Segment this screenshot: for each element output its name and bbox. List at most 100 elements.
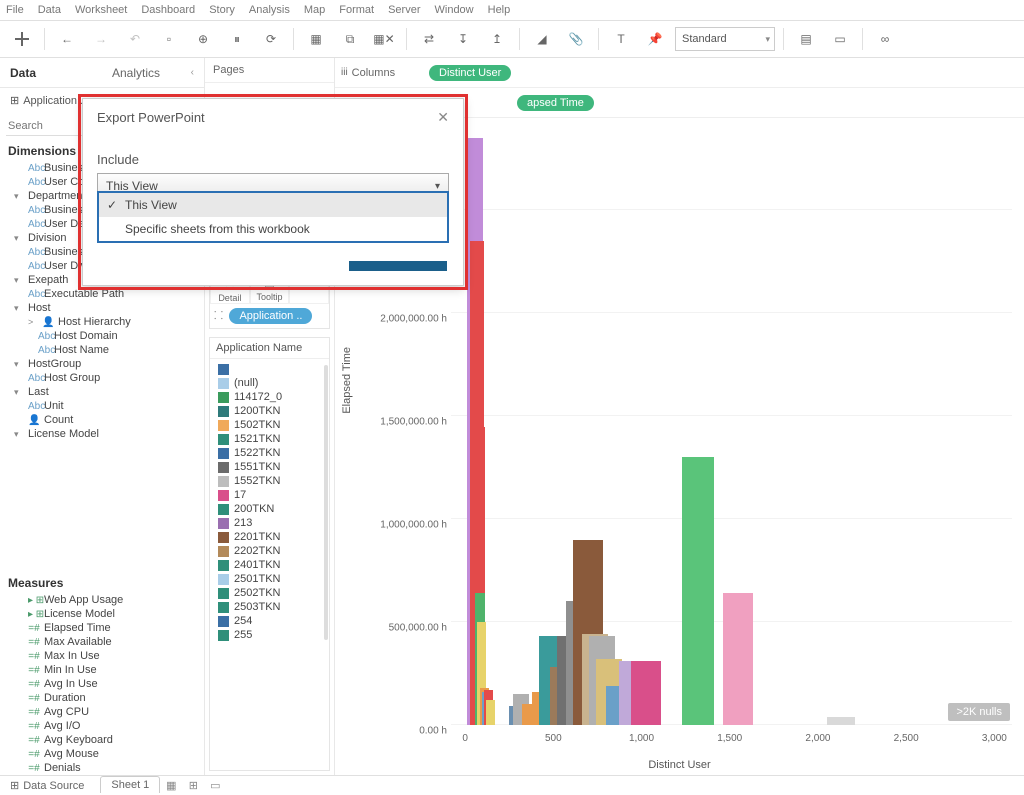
bar[interactable] [723, 593, 753, 725]
export-button[interactable] [349, 261, 447, 271]
legend-item[interactable]: (null) [212, 376, 327, 390]
tableau-logo-icon[interactable] [8, 25, 36, 53]
dim-count[interactable]: 👤Count [0, 413, 204, 427]
legend-item[interactable]: 254 [212, 614, 327, 628]
x-tick: 500 [545, 733, 562, 744]
group-icon[interactable]: 📎 [562, 25, 590, 53]
new-datasource-icon[interactable]: ⊕ [189, 25, 217, 53]
fit-select[interactable]: Standard [675, 27, 775, 51]
dim-host-domain[interactable]: AbcHost Domain [0, 329, 204, 343]
measure-avg-mouse[interactable]: =#Avg Mouse [0, 747, 204, 761]
showme-icon[interactable]: ▤ [792, 25, 820, 53]
new-worksheet-tab-icon[interactable]: ▦ [160, 779, 182, 792]
menu-window[interactable]: Window [435, 4, 474, 16]
back-icon[interactable]: ← [53, 25, 81, 53]
analytics-tab[interactable]: Analytics‹ [102, 58, 204, 87]
measure-avg-i/o[interactable]: =#Avg I/O [0, 719, 204, 733]
legend-item[interactable]: 1522TKN [212, 446, 327, 460]
presentation-icon[interactable]: ▭ [826, 25, 854, 53]
close-icon[interactable]: ✕ [437, 109, 449, 126]
dim-unit[interactable]: AbcUnit [0, 399, 204, 413]
legend-item[interactable]: 2503TKN [212, 600, 327, 614]
measure-license-model[interactable]: ▸ ⊞License Model [0, 607, 204, 621]
measure-web-app-usage[interactable]: ▸ ⊞Web App Usage [0, 593, 204, 607]
dim-host-group[interactable]: AbcHost Group [0, 371, 204, 385]
menu-map[interactable]: Map [304, 4, 325, 16]
measure-elapsed-time[interactable]: =#Elapsed Time [0, 621, 204, 635]
menu-worksheet[interactable]: Worksheet [75, 4, 127, 16]
legend-item[interactable]: 2202TKN [212, 544, 327, 558]
measure-min-in-use[interactable]: =#Min In Use [0, 663, 204, 677]
duplicate-icon[interactable]: ⧉ [336, 25, 364, 53]
bar[interactable] [486, 700, 495, 725]
pin-icon[interactable]: 📌 [641, 25, 669, 53]
labels-icon[interactable]: T [607, 25, 635, 53]
legend-item[interactable]: 1551TKN [212, 460, 327, 474]
bar[interactable] [682, 457, 714, 725]
sheet-tab[interactable]: Sheet 1 [100, 776, 160, 793]
columns-pill[interactable]: Distinct User [429, 65, 511, 81]
dim-hostgroup[interactable]: ▾HostGroup [0, 357, 204, 371]
legend-item[interactable]: 255 [212, 628, 327, 642]
measures-header: Measures [0, 572, 204, 593]
new-story-tab-icon[interactable]: ▭ [204, 779, 226, 792]
menu-story[interactable]: Story [209, 4, 235, 16]
legend-item[interactable]: 1502TKN [212, 418, 327, 432]
save-icon[interactable]: ▫ [155, 25, 183, 53]
menu-format[interactable]: Format [339, 4, 374, 16]
dim-host-name[interactable]: AbcHost Name [0, 343, 204, 357]
dim-last[interactable]: ▾Last [0, 385, 204, 399]
pages-shelf[interactable]: Pages [205, 58, 334, 83]
measure-avg-cpu[interactable]: =#Avg CPU [0, 705, 204, 719]
undo-icon[interactable]: ↶ [121, 25, 149, 53]
legend-item[interactable]: 1200TKN [212, 404, 327, 418]
legend-item[interactable] [212, 363, 327, 376]
dropdown-option-this-view[interactable]: This View [99, 193, 447, 217]
highlight-icon[interactable]: ◢ [528, 25, 556, 53]
measure-avg-in-use[interactable]: =#Avg In Use [0, 677, 204, 691]
menu-file[interactable]: File [6, 4, 24, 16]
dropdown-option-specific-sheets[interactable]: Specific sheets from this workbook [99, 217, 447, 241]
legend-item[interactable]: 1552TKN [212, 474, 327, 488]
dim-executable-path[interactable]: AbcExecutable Path [0, 287, 204, 301]
datasource-tab[interactable]: ⊞ Data Source [0, 779, 94, 792]
sort-desc-icon[interactable]: ↥ [483, 25, 511, 53]
legend-item[interactable]: 114172_0 [212, 390, 327, 404]
dim-license-model[interactable]: ▾License Model [0, 427, 204, 441]
legend-item[interactable]: 2502TKN [212, 586, 327, 600]
pause-icon[interactable]: ⏸ [223, 25, 251, 53]
measure-avg-keyboard[interactable]: =#Avg Keyboard [0, 733, 204, 747]
measure-max-in-use[interactable]: =#Max In Use [0, 649, 204, 663]
legend-item[interactable]: 2401TKN [212, 558, 327, 572]
nulls-indicator[interactable]: >2K nulls [948, 703, 1010, 721]
menu-dashboard[interactable]: Dashboard [141, 4, 195, 16]
new-worksheet-icon[interactable]: ▦ [302, 25, 330, 53]
marks-pill-application[interactable]: Application .. [229, 308, 312, 324]
bar[interactable] [827, 717, 855, 725]
measure-duration[interactable]: =#Duration [0, 691, 204, 705]
new-dashboard-tab-icon[interactable]: ⊞ [182, 779, 204, 792]
sort-asc-icon[interactable]: ↧ [449, 25, 477, 53]
dim-host-hierarchy[interactable]: >👤Host Hierarchy [0, 315, 204, 329]
data-tab[interactable]: Data [0, 58, 102, 87]
dim-host[interactable]: ▾Host [0, 301, 204, 315]
clear-icon[interactable]: ▦✕ [370, 25, 398, 53]
swap-icon[interactable]: ⇄ [415, 25, 443, 53]
menu-analysis[interactable]: Analysis [249, 4, 290, 16]
menu-server[interactable]: Server [388, 4, 420, 16]
bar[interactable] [631, 661, 661, 725]
legend-item[interactable]: 17 [212, 488, 327, 502]
legend-item[interactable]: 200TKN [212, 502, 327, 516]
legend-item[interactable]: 2201TKN [212, 530, 327, 544]
legend-item[interactable]: 213 [212, 516, 327, 530]
menu-data[interactable]: Data [38, 4, 61, 16]
legend-item[interactable]: 2501TKN [212, 572, 327, 586]
menu-help[interactable]: Help [488, 4, 511, 16]
measure-max-available[interactable]: =#Max Available [0, 635, 204, 649]
legend-item[interactable]: 1521TKN [212, 432, 327, 446]
forward-icon[interactable]: → [87, 25, 115, 53]
share-icon[interactable]: ∞ [871, 25, 899, 53]
refresh-icon[interactable]: ⟳ [257, 25, 285, 53]
rows-pill[interactable]: apsed Time [517, 95, 594, 111]
measure-denials[interactable]: =#Denials [0, 761, 204, 775]
